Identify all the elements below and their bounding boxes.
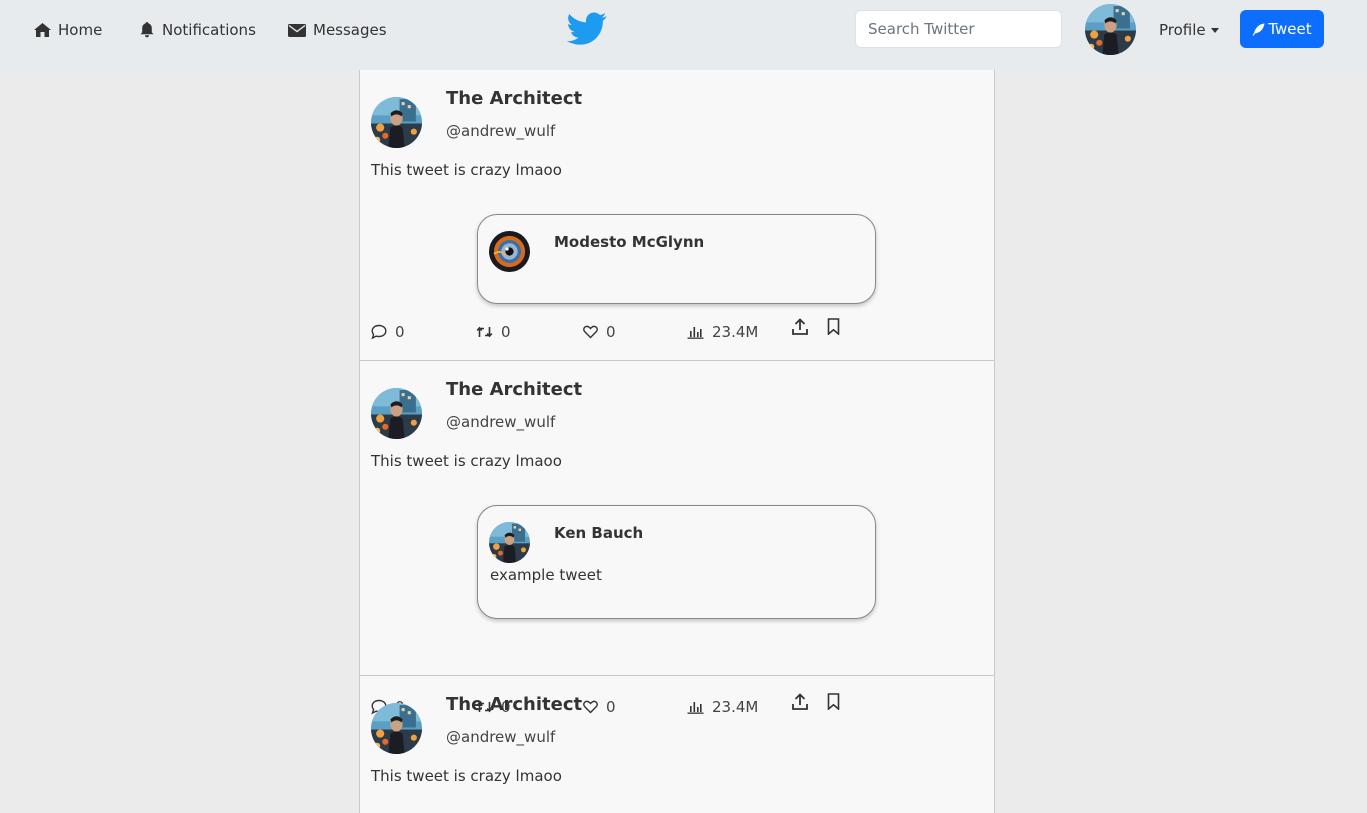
home-icon: [34, 23, 51, 37]
comment-icon: [371, 324, 387, 340]
tweet-author-name[interactable]: The Architect: [446, 379, 582, 400]
quoted-tweet[interactable]: Modesto McGlynn: [477, 214, 876, 304]
views-button[interactable]: 23.4M: [687, 323, 758, 341]
nav-avatar[interactable]: [1085, 4, 1136, 55]
nav-notifications-link[interactable]: Notifications: [139, 19, 256, 41]
avatar[interactable]: [371, 388, 422, 439]
views-count: 23.4M: [712, 323, 759, 341]
nav-messages-link[interactable]: Messages: [288, 19, 387, 41]
tweet-author-handle[interactable]: @andrew_wulf: [446, 413, 555, 431]
envelope-icon: [288, 23, 306, 37]
tweet-card[interactable]: The Architect @andrew_wulf This tweet is…: [360, 361, 994, 716]
share-button[interactable]: [792, 318, 808, 336]
tweet-text: This tweet is crazy lmaoo: [371, 767, 562, 785]
tweet-card[interactable]: The Architect @andrew_wulf This tweet is…: [360, 70, 994, 361]
bookmark-button[interactable]: [827, 318, 840, 335]
top-navbar: Home Notifications Messages Profile Twee…: [0, 0, 1367, 70]
retweet-count: 0: [501, 323, 511, 341]
like-count: 0: [606, 323, 616, 341]
avatar[interactable]: [489, 522, 530, 563]
avatar[interactable]: [371, 97, 422, 148]
tweet-button-label: Tweet: [1268, 20, 1312, 38]
twitter-bird-icon[interactable]: [567, 12, 607, 46]
tweet-text: This tweet is crazy lmaoo: [371, 452, 562, 470]
nav-home-label: Home: [58, 21, 103, 39]
profile-dropdown[interactable]: Profile: [1159, 19, 1219, 41]
reply-count: 0: [395, 323, 405, 341]
nav-notifications-label: Notifications: [162, 21, 256, 39]
profile-label: Profile: [1159, 21, 1206, 39]
quoted-tweet[interactable]: Ken Bauch example tweet: [477, 505, 876, 619]
retweet-button[interactable]: 0: [476, 323, 511, 341]
tweet-card[interactable]: The Architect @andrew_wulf This tweet is…: [360, 676, 994, 813]
bell-icon: [140, 22, 154, 38]
quoted-tweet-text: example tweet: [490, 566, 602, 584]
heart-icon: [583, 325, 598, 339]
avatar[interactable]: [489, 231, 530, 272]
search-input[interactable]: [855, 10, 1062, 48]
upload-icon: [792, 318, 808, 335]
feather-icon: [1252, 23, 1265, 36]
nav-home-link[interactable]: Home: [34, 19, 102, 41]
tweet-author-name[interactable]: The Architect: [446, 88, 582, 109]
tweet-actions: 0 0 0: [360, 315, 994, 345]
avatar[interactable]: [371, 703, 422, 754]
tweet-author-handle[interactable]: @andrew_wulf: [446, 728, 555, 746]
caret-down-icon: [1210, 27, 1219, 33]
quoted-author-name[interactable]: Ken Bauch: [554, 524, 643, 542]
tweet-button[interactable]: Tweet: [1240, 10, 1324, 48]
tweet-text: This tweet is crazy lmaoo: [371, 161, 562, 179]
tweet-author-handle[interactable]: @andrew_wulf: [446, 122, 555, 140]
nav-messages-label: Messages: [313, 21, 387, 39]
tweet-feed: The Architect @andrew_wulf This tweet is…: [359, 70, 995, 813]
reply-button[interactable]: 0: [371, 323, 405, 341]
like-button[interactable]: 0: [583, 323, 616, 341]
bookmark-icon: [827, 318, 840, 335]
retweet-icon: [476, 326, 493, 338]
quoted-author-name[interactable]: Modesto McGlynn: [554, 233, 704, 251]
tweet-author-name[interactable]: The Architect: [446, 694, 582, 715]
bar-chart-icon: [687, 327, 704, 339]
